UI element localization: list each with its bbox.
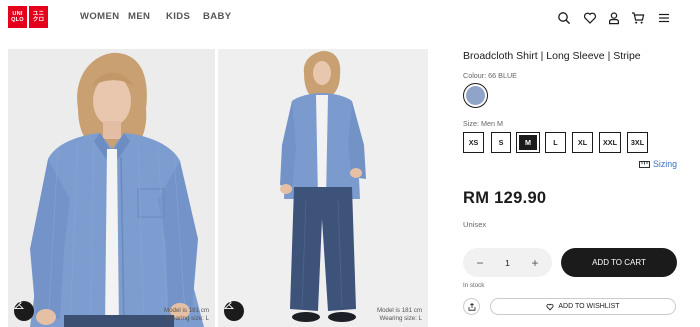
colour-swatch-selected[interactable] [463,83,488,108]
colour-swatch-blue [466,86,485,105]
model-size-note: Model is 181 cm Wearing size: L [164,307,209,323]
user-icon[interactable] [607,11,621,25]
site-header: UNI QLO ユニ クロ WOMEN MEN KIDS BABY [0,0,700,36]
product-title: Broadcloth Shirt | Long Sleeve | Stripe [463,50,641,62]
menu-icon[interactable] [657,11,671,25]
search-icon[interactable] [557,11,571,25]
model-wearing-size: Wearing size: L [379,315,422,322]
add-to-wishlist-button[interactable]: ADD TO WISHLIST [490,298,676,315]
zoom-button[interactable] [224,301,244,321]
model-wearing-size: Wearing size: L [166,315,209,322]
quantity-increase-button[interactable]: + [529,256,541,270]
sizing-link-label: Sizing [653,159,677,169]
logo-block-latin: UNI QLO [8,6,27,28]
heart-icon[interactable] [583,11,597,25]
model-height: Model is 181 cm [163,307,209,314]
nav-item-kids[interactable]: KIDS [166,11,190,22]
size-option-xs[interactable]: XS [463,132,484,153]
cart-icon[interactable] [631,11,645,25]
heart-icon [546,303,554,310]
colour-label: Colour: 66 BLUE [463,71,517,80]
header-icons [557,11,677,25]
product-image-1[interactable]: Model is 181 cm Wearing size: L [8,49,215,327]
product-image-2[interactable]: Model is 181 cm Wearing size: L [218,49,428,327]
zoom-button[interactable] [14,301,34,321]
size-option-xl[interactable]: XL [572,132,593,153]
logo-text-2: QLO [11,17,24,23]
wishlist-label: ADD TO WISHLIST [558,303,620,310]
size-option-m[interactable]: M [516,132,540,153]
model-closeup-illustration [8,49,215,327]
size-option-l[interactable]: L [545,132,566,153]
nav-item-baby[interactable]: BABY [203,11,232,22]
share-button[interactable] [463,298,480,315]
hanger-icon [224,301,234,310]
quantity-decrease-button[interactable]: − [474,256,486,270]
logo-block-katakana: ユニ クロ [29,6,48,28]
size-option-m-label: M [519,135,537,150]
hanger-icon [14,301,24,310]
model-fullbody-illustration [218,49,428,327]
uniqlo-logo[interactable]: UNI QLO ユニ クロ [8,6,48,28]
quantity-value: 1 [505,257,510,268]
nav-item-men[interactable]: MEN [128,11,150,22]
sizing-link[interactable]: Sizing [639,159,677,169]
logo-text-4: クロ [32,17,45,23]
quantity-stepper: − 1 + [463,248,552,277]
size-option-xxl[interactable]: XXL [599,132,621,153]
size-label: Size: Men M [463,119,503,128]
model-height: Model is 181 cm [376,307,422,314]
share-icon [468,302,475,311]
product-price: RM 129.90 [463,189,547,207]
size-option-3xl[interactable]: 3XL [627,132,648,153]
size-option-s[interactable]: S [491,132,511,153]
add-to-cart-button[interactable]: ADD TO CART [561,248,677,277]
ruler-icon [639,160,650,168]
nav-item-women[interactable]: WOMEN [80,11,119,22]
product-gender: Unisex [463,220,487,229]
model-size-note: Model is 181 cm Wearing size: L [377,307,422,323]
stock-status: In stock [463,282,485,289]
